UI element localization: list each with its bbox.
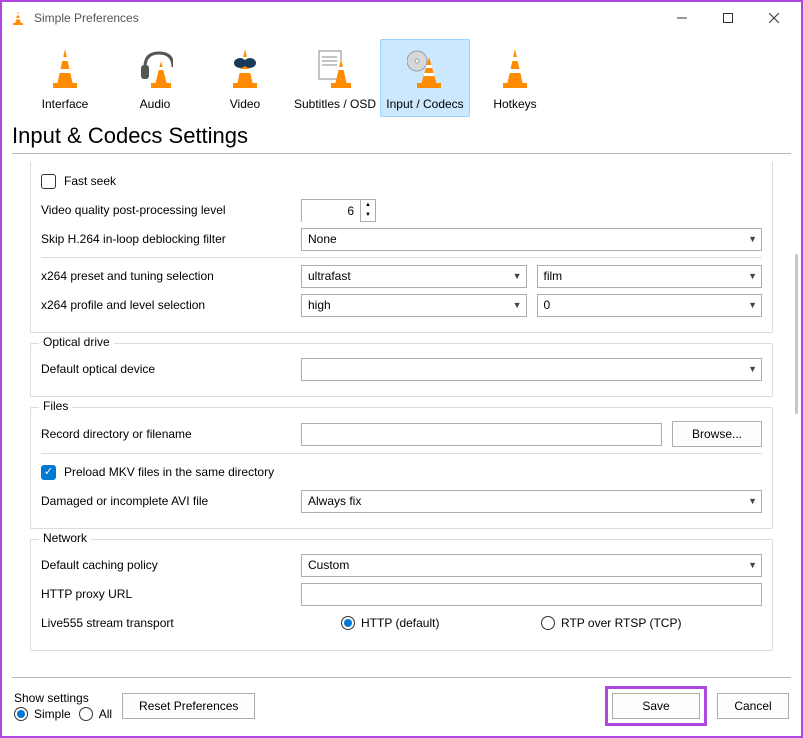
maximize-button[interactable] [705,3,751,33]
preload-mkv-checkbox[interactable] [41,465,56,480]
chevron-down-icon: ▼ [748,496,757,506]
headphones-cone-icon [131,45,179,93]
optical-device-select[interactable]: ▼ [301,358,762,381]
tab-hotkeys[interactable]: Hotkeys [470,39,560,117]
all-radio[interactable] [79,707,93,721]
optical-device-label: Default optical device [41,362,301,376]
window-controls [659,3,797,33]
glasses-cone-icon [221,45,269,93]
live555-http-radio[interactable] [341,616,355,630]
proxy-label: HTTP proxy URL [41,587,301,601]
chevron-down-icon: ▼ [748,300,757,310]
close-button[interactable] [751,3,797,33]
document-cone-icon [311,45,359,93]
live555-label: Live555 stream transport [41,616,341,630]
cancel-button[interactable]: Cancel [717,693,789,719]
proxy-input[interactable] [301,583,762,606]
divider [41,453,762,454]
titlebar: Simple Preferences [2,2,801,33]
avi-label: Damaged or incomplete AVI file [41,494,301,508]
chevron-down-icon: ▼ [513,271,522,281]
group-files: Files Record directory or filename Brows… [30,407,773,529]
caching-select[interactable]: Custom▼ [301,554,762,577]
live555-rtp-radio[interactable] [541,616,555,630]
group-codecs: Fast seek Video quality post-processing … [30,162,773,333]
tab-subtitles[interactable]: Subtitles / OSD [290,39,380,117]
fast-seek-label: Fast seek [64,174,116,188]
preferences-window: Simple Preferences Interface Audio Video… [0,0,803,738]
divider [41,257,762,258]
main-panel: Fast seek Video quality post-processing … [2,154,801,677]
save-button[interactable]: Save [612,693,700,719]
group-network: Network Default caching policy Custom▼ H… [30,539,773,651]
simple-radio[interactable] [14,707,28,721]
reset-button[interactable]: Reset Preferences [122,693,255,719]
postproc-label: Video quality post-processing level [41,203,301,217]
disc-cone-icon [401,45,449,93]
browse-button[interactable]: Browse... [672,421,762,447]
window-title: Simple Preferences [34,11,659,25]
x264-preset-select[interactable]: ultrafast▼ [301,265,527,288]
postproc-value[interactable] [302,200,360,223]
group-title-network: Network [39,531,91,545]
vlc-icon [10,10,26,26]
scrollbar[interactable] [795,254,798,414]
x264-level-select[interactable]: 0▼ [537,294,763,317]
category-toolbar: Interface Audio Video Subtitles / OSD In… [2,33,801,123]
cone-icon [491,45,539,93]
group-title-optical: Optical drive [39,335,114,349]
cone-icon [41,45,89,93]
x264-profile-select[interactable]: high▼ [301,294,527,317]
show-settings-label: Show settings [14,691,112,705]
preload-mkv-label: Preload MKV files in the same directory [64,465,274,479]
x264-profile-label: x264 profile and level selection [41,298,301,312]
group-optical: Optical drive Default optical device ▼ [30,343,773,397]
tab-interface[interactable]: Interface [20,39,110,117]
spin-down[interactable]: ▼ [361,210,375,221]
fast-seek-checkbox[interactable] [41,174,56,189]
tab-input-codecs[interactable]: Input / Codecs [380,39,470,117]
save-highlight: Save [605,686,707,726]
skip-deblock-select[interactable]: None▼ [301,228,762,251]
tab-audio[interactable]: Audio [110,39,200,117]
caching-label: Default caching policy [41,558,301,572]
chevron-down-icon: ▼ [513,300,522,310]
x264-tune-select[interactable]: film▼ [537,265,763,288]
avi-select[interactable]: Always fix▼ [301,490,762,513]
tab-video[interactable]: Video [200,39,290,117]
record-dir-input[interactable] [301,423,662,446]
chevron-down-icon: ▼ [748,364,757,374]
chevron-down-icon: ▼ [748,560,757,570]
section-title: Input & Codecs Settings [2,123,801,153]
x264-preset-label: x264 preset and tuning selection [41,269,301,283]
chevron-down-icon: ▼ [748,234,757,244]
spin-up[interactable]: ▲ [361,200,375,211]
record-dir-label: Record directory or filename [41,427,301,441]
minimize-button[interactable] [659,3,705,33]
skip-deblock-label: Skip H.264 in-loop deblocking filter [41,232,301,246]
footer: Show settings Simple All Reset Preferenc… [2,678,801,736]
postproc-spinner[interactable]: ▲▼ [301,199,376,222]
chevron-down-icon: ▼ [748,271,757,281]
group-title-files: Files [39,399,72,413]
